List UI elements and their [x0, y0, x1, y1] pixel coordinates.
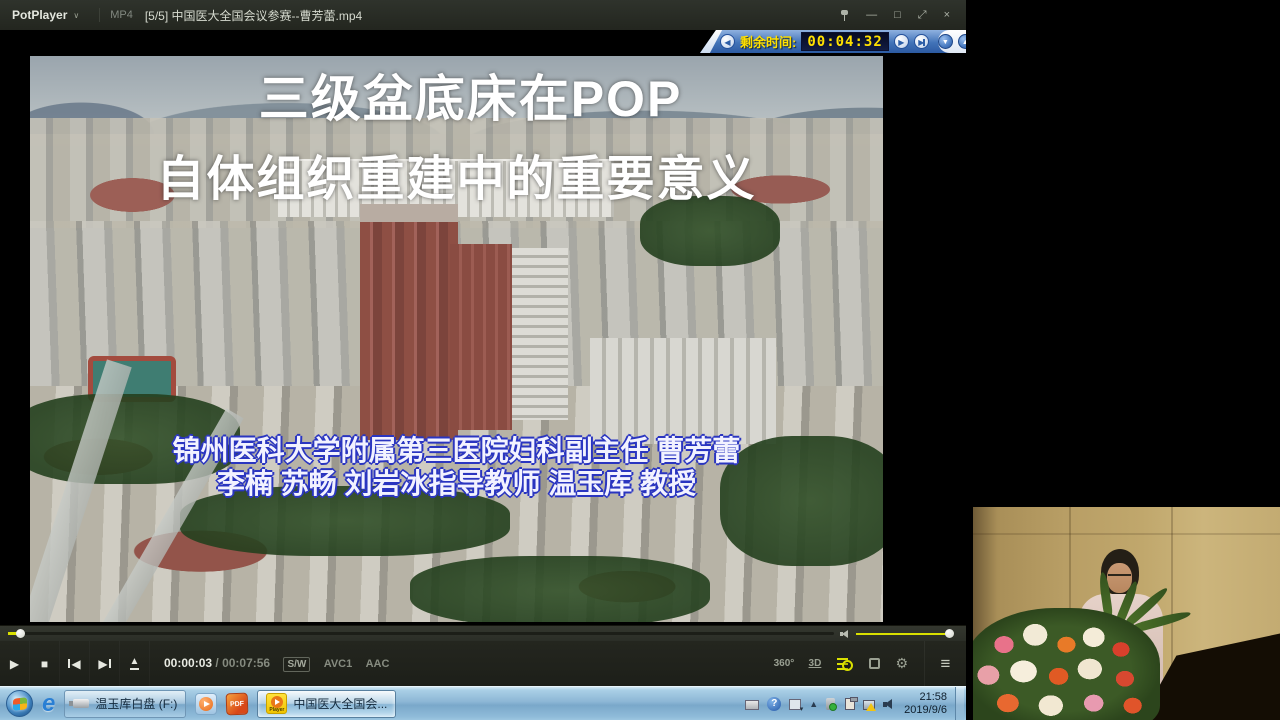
- seekbar-knob[interactable]: [16, 629, 25, 638]
- system-tray: ? ▲ 21:58 2019/9/6: [745, 687, 966, 720]
- screen: PotPlayer ∨ MP4 [5/5] 中国医大全国会议参赛--曹芳蕾.mp…: [0, 0, 1280, 720]
- timer-back-button[interactable]: ◀: [720, 34, 735, 49]
- titlebar[interactable]: PotPlayer ∨ MP4 [5/5] 中国医大全国会议参赛--曹芳蕾.mp…: [0, 0, 966, 30]
- audio-codec-label: AAC: [366, 658, 390, 670]
- show-hidden-icons-button[interactable]: ▲: [809, 699, 818, 709]
- clipboard-tray-icon[interactable]: [845, 698, 855, 710]
- minimize-button[interactable]: —: [866, 9, 877, 21]
- media-player-taskbar-icon[interactable]: [195, 693, 217, 715]
- app-menu-button[interactable]: PotPlayer: [0, 8, 73, 22]
- volume-icon[interactable]: [840, 630, 850, 638]
- safely-remove-usb-icon[interactable]: [826, 698, 835, 710]
- maximize-button[interactable]: □: [894, 9, 901, 21]
- 3d-view-button[interactable]: 3D: [801, 658, 828, 669]
- fullscreen-button[interactable]: ⤢: [918, 9, 927, 22]
- pin-icon[interactable]: [840, 9, 849, 22]
- play-button[interactable]: ▶: [0, 641, 30, 686]
- windows-logo-icon: [13, 697, 27, 710]
- speaker-camera-feed: [973, 507, 1280, 720]
- video-credit-line1: 锦州医科大学附属第三医院妇科副主任 曹芳蕾: [30, 434, 883, 467]
- total-time: 00:07:56: [222, 656, 270, 670]
- remaining-time-label: 剩余时间:: [740, 32, 796, 51]
- countdown-timer-overlay: ◀ 剩余时间: 00:04:32 ▶ ▶ ▼ ▲: [700, 30, 966, 53]
- speaker-tray-icon[interactable]: [883, 698, 896, 710]
- previous-button[interactable]: ◀: [60, 641, 90, 686]
- potplayer-taskbar-button[interactable]: Player 中国医大全国会...: [257, 690, 396, 718]
- current-time: 00:00:03: [164, 656, 212, 670]
- potplayer-taskbar-label: 中国医大全国会...: [293, 695, 387, 712]
- window-title: [5/5] 中国医大全国会议参赛--曹芳蕾.mp4: [145, 7, 362, 24]
- potplayer-window: PotPlayer ∨ MP4 [5/5] 中国医大全国会议参赛--曹芳蕾.mp…: [0, 0, 966, 686]
- window-controls: — □ ⤢ ×: [840, 9, 950, 22]
- taskbar: e 温玉库白盘 (F:) PDF Player 中国医大全国会... ? ▲: [0, 686, 966, 720]
- decoder-badge: S/W: [283, 657, 310, 672]
- format-badge: MP4: [110, 9, 133, 21]
- potplayer-icon: Player: [266, 693, 287, 714]
- video-title-overlay: 三级盆底床在POP 自体组织重建中的重要意义: [30, 68, 883, 208]
- video-credit-line2: 李楠 苏畅 刘岩冰指导教师 温玉库 教授: [30, 467, 883, 500]
- video-title-line1: 三级盆底床在POP: [44, 68, 883, 130]
- timer-skip-button[interactable]: ▶: [914, 34, 929, 49]
- clock-date: 2019/9/6: [904, 704, 947, 717]
- glasses: [1108, 574, 1131, 578]
- language-bar-icon[interactable]: [789, 699, 801, 710]
- next-button[interactable]: ▶: [90, 641, 120, 686]
- titlebar-divider: [99, 8, 100, 22]
- menu-button[interactable]: ≡: [924, 641, 966, 686]
- volume-area: [840, 629, 956, 639]
- desktop: PotPlayer ∨ MP4 [5/5] 中国医大全国会议参赛--曹芳蕾.mp…: [0, 0, 966, 720]
- chevron-down-icon[interactable]: ∨: [73, 11, 79, 20]
- taskbar-clock[interactable]: 21:58 2019/9/6: [904, 691, 947, 717]
- hospital-tower: [360, 204, 458, 440]
- playlist-search-icon[interactable]: [837, 658, 853, 670]
- stop-button[interactable]: ■: [30, 641, 60, 686]
- time-display: 00:00:03 / 00:07:56 S/W AVC1 AAC: [164, 656, 389, 672]
- subtitle-panel-icon[interactable]: [869, 658, 880, 669]
- video-content[interactable]: 三级盆底床在POP 自体组织重建中的重要意义 锦州医科大学附属第三医院妇科副主任…: [30, 56, 883, 622]
- seekbar[interactable]: [8, 632, 834, 635]
- volume-knob[interactable]: [945, 629, 954, 638]
- pdf-taskbar-icon[interactable]: PDF: [226, 692, 249, 715]
- internet-explorer-icon[interactable]: e: [42, 690, 55, 717]
- video-codec-label: AVC1: [324, 658, 353, 670]
- 360-view-button[interactable]: 360°: [770, 658, 797, 669]
- network-warning-icon[interactable]: [863, 700, 875, 710]
- seek-row: [0, 625, 966, 641]
- help-tray-icon[interactable]: ?: [767, 697, 781, 711]
- keyboard-tray-icon[interactable]: [745, 700, 759, 710]
- timer-adjust-panel: ▼ ▲: [938, 30, 973, 53]
- remaining-time-value: 00:04:32: [801, 32, 888, 51]
- control-bar: ▶ ■ ◀ ▶ ▲ 00:00:03 / 00:07:56 S/W AVC1 A…: [0, 641, 966, 686]
- right-toolbar: 360° 3D ⚙ ≡: [770, 641, 966, 686]
- close-button[interactable]: ×: [944, 9, 950, 21]
- usb-drive-label: 温玉库白盘 (F:): [95, 695, 177, 712]
- video-title-line2: 自体组织重建中的重要意义: [30, 152, 883, 208]
- usb-drive-taskbar-button[interactable]: 温玉库白盘 (F:): [64, 690, 186, 718]
- volume-slider[interactable]: [856, 633, 950, 635]
- start-button[interactable]: [6, 690, 33, 717]
- timer-decrease-button[interactable]: ▼: [938, 34, 953, 49]
- clock-time: 21:58: [904, 691, 947, 704]
- timer-increase-button[interactable]: ▲: [958, 34, 973, 49]
- timer-forward-button[interactable]: ▶: [894, 34, 909, 49]
- video-credits-overlay: 锦州医科大学附属第三医院妇科副主任 曹芳蕾 李楠 苏畅 刘岩冰指导教师 温玉库 …: [30, 434, 883, 500]
- flower-bouquet: [973, 608, 1160, 720]
- usb-drive-icon: [73, 699, 89, 708]
- open-file-button[interactable]: ▲: [120, 641, 150, 686]
- settings-gear-icon[interactable]: ⚙: [895, 655, 908, 672]
- show-desktop-button[interactable]: [955, 687, 964, 720]
